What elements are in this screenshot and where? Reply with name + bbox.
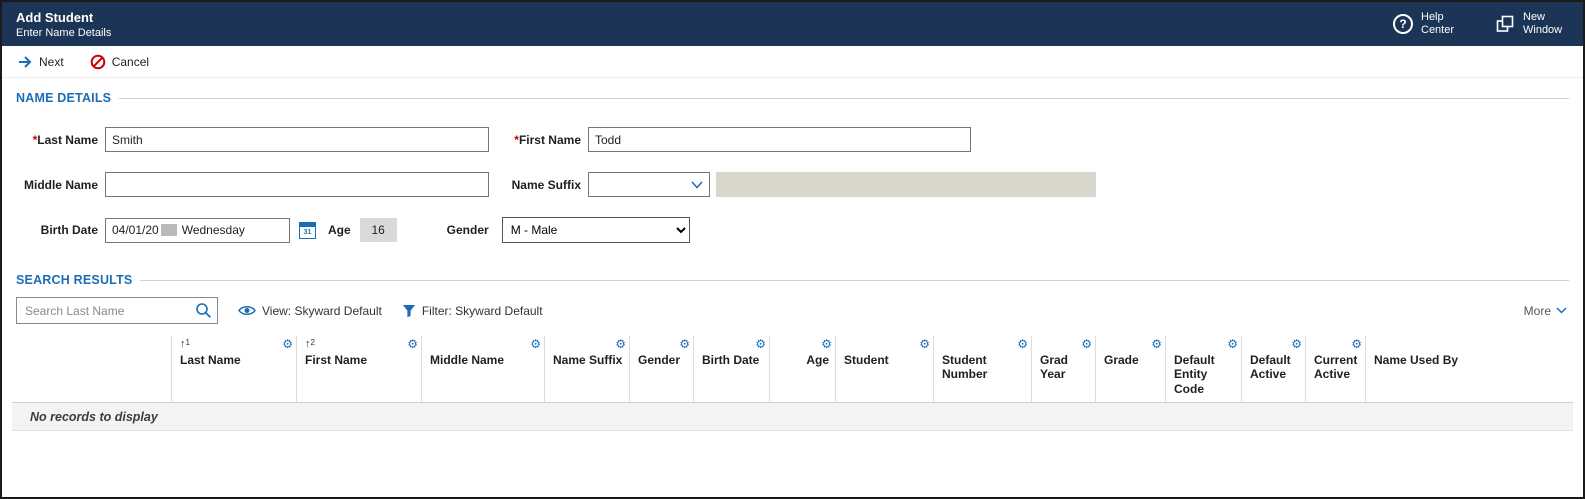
suffix-disabled-field xyxy=(716,172,1096,197)
more-label: More xyxy=(1523,303,1551,318)
gender-select[interactable]: M - Male xyxy=(501,217,690,243)
more-button[interactable]: More xyxy=(1524,304,1567,318)
form-row-1: *Last Name *First Name xyxy=(16,127,1569,152)
column-header-name-used-by[interactable]: Name Used By xyxy=(1366,336,1573,402)
filter-label: Filter: Skyward Default xyxy=(421,303,543,318)
cancel-label: Cancel xyxy=(111,54,150,69)
column-header-birth-date[interactable]: ⚙ Birth Date xyxy=(694,336,770,403)
section-divider xyxy=(140,279,1569,281)
cancel-icon xyxy=(90,54,106,70)
section-divider xyxy=(119,97,1569,99)
gear-icon[interactable]: ⚙ xyxy=(679,338,690,350)
gear-icon[interactable]: ⚙ xyxy=(1017,338,1028,350)
header-titles: Add Student Enter Name Details xyxy=(16,10,111,39)
view-selector[interactable]: View: Skyward Default xyxy=(238,304,382,318)
column-header-student[interactable]: ⚙ Student xyxy=(836,336,934,403)
birth-date-label: Birth Date xyxy=(40,223,98,237)
results-grid: ↑1 ⚙ Last Name ↑2 ⚙ First Name ⚙ Middle … xyxy=(12,336,1573,432)
column-header-default-entity-code[interactable]: ⚙ Default Entity Code xyxy=(1166,336,1242,403)
search-box xyxy=(16,297,218,324)
name-details-form: *Last Name *First Name Middle Name Name … xyxy=(2,105,1583,249)
birth-date-input[interactable]: 04/01/20 Wednesday xyxy=(105,217,290,243)
gear-icon[interactable]: ⚙ xyxy=(1151,338,1162,350)
column-header-current-active[interactable]: ⚙ Current Active xyxy=(1306,336,1366,403)
next-button[interactable]: Next xyxy=(18,55,64,69)
name-details-section-header: NAME DETAILS xyxy=(16,91,1569,105)
column-header-grad-year[interactable]: ⚙ Grad Year xyxy=(1032,336,1096,403)
calendar-icon-day: 31 xyxy=(303,228,312,236)
form-row-2: Middle Name Name Suffix xyxy=(16,172,1569,197)
last-name-label: *Last Name xyxy=(32,132,98,147)
grid-header-row: ↑1 ⚙ Last Name ↑2 ⚙ First Name ⚙ Middle … xyxy=(12,336,1573,404)
gear-icon[interactable]: ⚙ xyxy=(1227,338,1238,350)
last-name-input[interactable] xyxy=(105,127,489,152)
column-header-middle-name[interactable]: ⚙ Middle Name xyxy=(422,336,545,403)
name-details-title: NAME DETAILS xyxy=(16,91,112,105)
form-row-3: Birth Date 04/01/20 Wednesday 31 Age 16 … xyxy=(16,217,1569,243)
search-controls: View: Skyward Default Filter: Skyward De… xyxy=(16,297,1567,324)
search-results-section-header: SEARCH RESULTS xyxy=(16,273,1569,287)
sort-ascending-icon: ↑1 xyxy=(180,338,190,350)
help-center-button[interactable]: ? Help Center xyxy=(1393,11,1465,37)
middle-name-label: Middle Name xyxy=(23,177,98,192)
sort-ascending-icon: ↑2 xyxy=(305,338,315,350)
calendar-icon[interactable]: 31 xyxy=(299,221,316,239)
gear-icon[interactable]: ⚙ xyxy=(1291,338,1302,350)
name-suffix-dropdown[interactable] xyxy=(588,172,710,197)
column-header-first-name[interactable]: ↑2 ⚙ First Name xyxy=(297,336,422,403)
gear-icon[interactable]: ⚙ xyxy=(821,338,832,350)
view-label: View: Skyward Default xyxy=(262,303,382,318)
chevron-down-icon xyxy=(691,180,703,189)
gear-icon[interactable]: ⚙ xyxy=(755,338,766,350)
first-name-label: *First Name xyxy=(514,132,581,147)
column-header-gender[interactable]: ⚙ Gender xyxy=(630,336,694,403)
action-toolbar: Next Cancel xyxy=(2,46,1583,78)
empty-message: No records to display xyxy=(30,409,158,424)
gear-icon[interactable]: ⚙ xyxy=(530,338,541,350)
header-actions: ? Help Center New Window xyxy=(1393,11,1567,37)
gear-icon[interactable]: ⚙ xyxy=(615,338,626,350)
next-label: Next xyxy=(39,54,64,69)
column-header-default-active[interactable]: ⚙ Default Active xyxy=(1242,336,1306,403)
middle-name-input[interactable] xyxy=(105,172,489,197)
column-header-age[interactable]: ⚙ Age xyxy=(770,336,836,403)
new-window-icon xyxy=(1495,14,1515,34)
age-label: Age xyxy=(328,223,351,237)
column-header-last-name[interactable]: ↑1 ⚙ Last Name xyxy=(172,336,297,403)
search-icon[interactable] xyxy=(195,302,212,319)
column-header-blank xyxy=(12,336,172,403)
search-last-name-input[interactable] xyxy=(16,297,218,324)
gender-label: Gender xyxy=(446,223,489,237)
redacted-year xyxy=(160,224,177,236)
age-value: 16 xyxy=(359,218,397,242)
eye-icon xyxy=(238,304,256,317)
chevron-down-icon xyxy=(1556,307,1567,314)
search-results-title: SEARCH RESULTS xyxy=(16,273,133,287)
gear-icon[interactable]: ⚙ xyxy=(1081,338,1092,350)
name-suffix-label: Name Suffix xyxy=(511,177,581,192)
first-name-input[interactable] xyxy=(588,127,971,152)
help-icon: ? xyxy=(1393,14,1413,34)
filter-icon xyxy=(402,304,416,318)
gear-icon[interactable]: ⚙ xyxy=(1351,338,1362,350)
cancel-button[interactable]: Cancel xyxy=(90,54,149,70)
page-header: Add Student Enter Name Details ? Help Ce… xyxy=(2,2,1583,46)
new-window-button[interactable]: New Window xyxy=(1495,11,1567,37)
column-header-name-suffix[interactable]: ⚙ Name Suffix xyxy=(545,336,630,403)
page-title: Add Student xyxy=(16,9,94,25)
filter-selector[interactable]: Filter: Skyward Default xyxy=(402,304,543,318)
column-header-grade[interactable]: ⚙ Grade xyxy=(1096,336,1166,403)
column-header-student-number[interactable]: ⚙ Student Number xyxy=(934,336,1032,403)
arrow-right-icon xyxy=(18,55,33,68)
birth-date-value: 04/01/20 xyxy=(112,223,159,237)
gear-icon[interactable]: ⚙ xyxy=(407,338,418,350)
gear-icon[interactable]: ⚙ xyxy=(282,338,293,350)
new-window-label: New Window xyxy=(1523,10,1563,36)
page-subtitle: Enter Name Details xyxy=(16,26,112,39)
no-records-row: No records to display xyxy=(12,403,1573,432)
add-student-page: Add Student Enter Name Details ? Help Ce… xyxy=(0,0,1585,499)
gear-icon[interactable]: ⚙ xyxy=(919,338,930,350)
birth-date-weekday: Wednesday xyxy=(181,223,245,237)
help-center-label: Help Center xyxy=(1421,10,1455,36)
